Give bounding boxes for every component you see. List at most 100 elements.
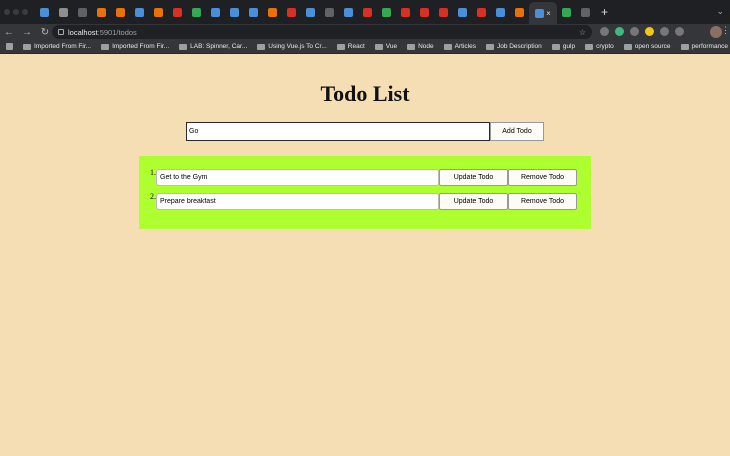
folder-icon (680, 43, 689, 50)
bookmark-item[interactable]: Node (407, 43, 434, 50)
bookmark-item[interactable]: Job Description (485, 43, 542, 50)
bookmark-item[interactable]: Articles (443, 43, 476, 50)
bookmark-item[interactable]: open source (623, 43, 671, 50)
browser-tab[interactable] (54, 2, 73, 22)
bookmark-label: LAB: Spinner, Car... (190, 43, 248, 50)
todo-list: 1. Update Todo Remove Todo 2. Update Tod… (139, 156, 591, 229)
browser-tab[interactable] (415, 2, 434, 22)
browser-tab[interactable] (358, 2, 377, 22)
tab-favicon-icon (287, 7, 296, 17)
bookmark-label: Using Vue.js To Cr... (268, 43, 327, 50)
bookmark-star-icon[interactable]: ☆ (579, 28, 586, 37)
browser-tab[interactable] (377, 2, 396, 22)
tab-favicon-icon (515, 7, 524, 17)
browser-tab[interactable] (168, 2, 187, 22)
bookmark-item[interactable]: Using Vue.js To Cr... (257, 43, 327, 50)
extension-icon[interactable] (645, 27, 654, 36)
browser-tab[interactable] (282, 2, 301, 22)
update-todo-button[interactable]: Update Todo (439, 169, 508, 186)
folder-icon (585, 43, 594, 50)
browser-tab[interactable] (206, 2, 225, 22)
url-path: :5901/todos (97, 27, 137, 37)
menu-icon[interactable]: ⋮ (721, 25, 730, 36)
remove-todo-button[interactable]: Remove Todo (508, 169, 577, 186)
folder-icon (374, 43, 383, 50)
browser-tab[interactable] (149, 2, 168, 22)
browser-tab[interactable] (73, 2, 92, 22)
page-title: Todo List (320, 81, 410, 106)
todo-text-input[interactable] (156, 169, 439, 186)
browser-tab[interactable] (263, 2, 282, 22)
remove-todo-button[interactable]: Remove Todo (508, 193, 577, 210)
extension-icon[interactable] (600, 27, 609, 36)
window-maximize-button[interactable] (22, 9, 28, 15)
browser-toolbar: ← → ↻ localhost:5901/todos ☆ ⋮ (0, 24, 730, 40)
update-todo-button[interactable]: Update Todo (439, 193, 508, 210)
browser-tab[interactable] (491, 2, 510, 22)
tab-favicon-icon (496, 7, 505, 17)
bookmarks-bar: Imported From Fir... Imported From Fir...… (0, 40, 730, 54)
tab-favicon-icon (59, 7, 68, 17)
browser-tab[interactable] (187, 2, 206, 22)
site-info-icon[interactable] (58, 29, 64, 35)
browser-tab[interactable] (434, 2, 453, 22)
bookmark-item[interactable]: React (336, 43, 365, 50)
bookmark-label: Node (418, 43, 434, 50)
browser-tab[interactable] (92, 2, 111, 22)
folder-icon (443, 43, 452, 50)
new-tab-icon[interactable]: + (601, 5, 608, 19)
window-close-button[interactable] (4, 9, 10, 15)
browser-tab[interactable] (339, 2, 358, 22)
browser-tab[interactable] (576, 2, 595, 22)
tab-search-icon[interactable]: ⌄ (716, 6, 724, 17)
folder-icon (485, 43, 494, 50)
extension-icon[interactable] (630, 27, 639, 36)
browser-tab[interactable] (320, 2, 339, 22)
tab-close-icon[interactable]: × (546, 9, 551, 18)
browser-tab[interactable] (557, 2, 576, 22)
browser-tab[interactable] (396, 2, 415, 22)
side-panel-icon[interactable] (675, 27, 684, 36)
browser-tab[interactable] (244, 2, 263, 22)
tab-favicon-icon (477, 7, 486, 17)
bookmark-item[interactable]: performance (680, 43, 728, 50)
browser-tab[interactable] (472, 2, 491, 22)
bookmark-item[interactable]: gulp (551, 43, 576, 50)
tab-favicon-icon (154, 7, 163, 17)
address-bar[interactable]: localhost:5901/todos ☆ (52, 25, 592, 39)
folder-icon (623, 43, 632, 50)
bookmark-item[interactable]: crypto (585, 43, 614, 50)
browser-tab[interactable] (301, 2, 320, 22)
grid-icon (6, 43, 13, 50)
tab-favicon-icon (230, 7, 239, 17)
window-minimize-button[interactable] (13, 9, 19, 15)
browser-tab[interactable] (510, 2, 529, 22)
bookmark-label: React (347, 43, 365, 50)
browser-tab[interactable] (225, 2, 244, 22)
list-item: 2. Update Todo Remove Todo (149, 192, 579, 210)
folder-icon (407, 43, 416, 50)
extension-icon[interactable] (615, 27, 624, 36)
browser-tab[interactable] (111, 2, 130, 22)
add-todo-button[interactable]: Add Todo (490, 122, 544, 141)
browser-tab[interactable] (130, 2, 149, 22)
bookmark-item[interactable]: Imported From Fir... (101, 43, 169, 50)
back-icon[interactable]: ← (0, 27, 18, 38)
apps-grid-icon[interactable] (6, 43, 13, 50)
bookmark-item[interactable]: LAB: Spinner, Car... (179, 43, 247, 50)
extensions-area (600, 27, 684, 36)
new-todo-input[interactable] (186, 122, 490, 141)
folder-icon (551, 43, 560, 50)
bookmark-item[interactable]: Vue (374, 43, 397, 50)
browser-tab[interactable]: × (529, 2, 557, 24)
browser-tab[interactable] (35, 2, 54, 22)
bookmark-item[interactable]: Imported From Fir... (23, 43, 91, 50)
tab-favicon-icon (268, 7, 277, 17)
puzzle-icon[interactable] (660, 27, 669, 36)
bookmark-label: open source (634, 43, 671, 50)
todo-text-input[interactable] (156, 193, 439, 210)
forward-icon[interactable]: → (18, 27, 36, 38)
browser-tab[interactable] (453, 2, 472, 22)
bookmark-label: gulp (562, 43, 576, 50)
folder-icon (257, 43, 266, 50)
